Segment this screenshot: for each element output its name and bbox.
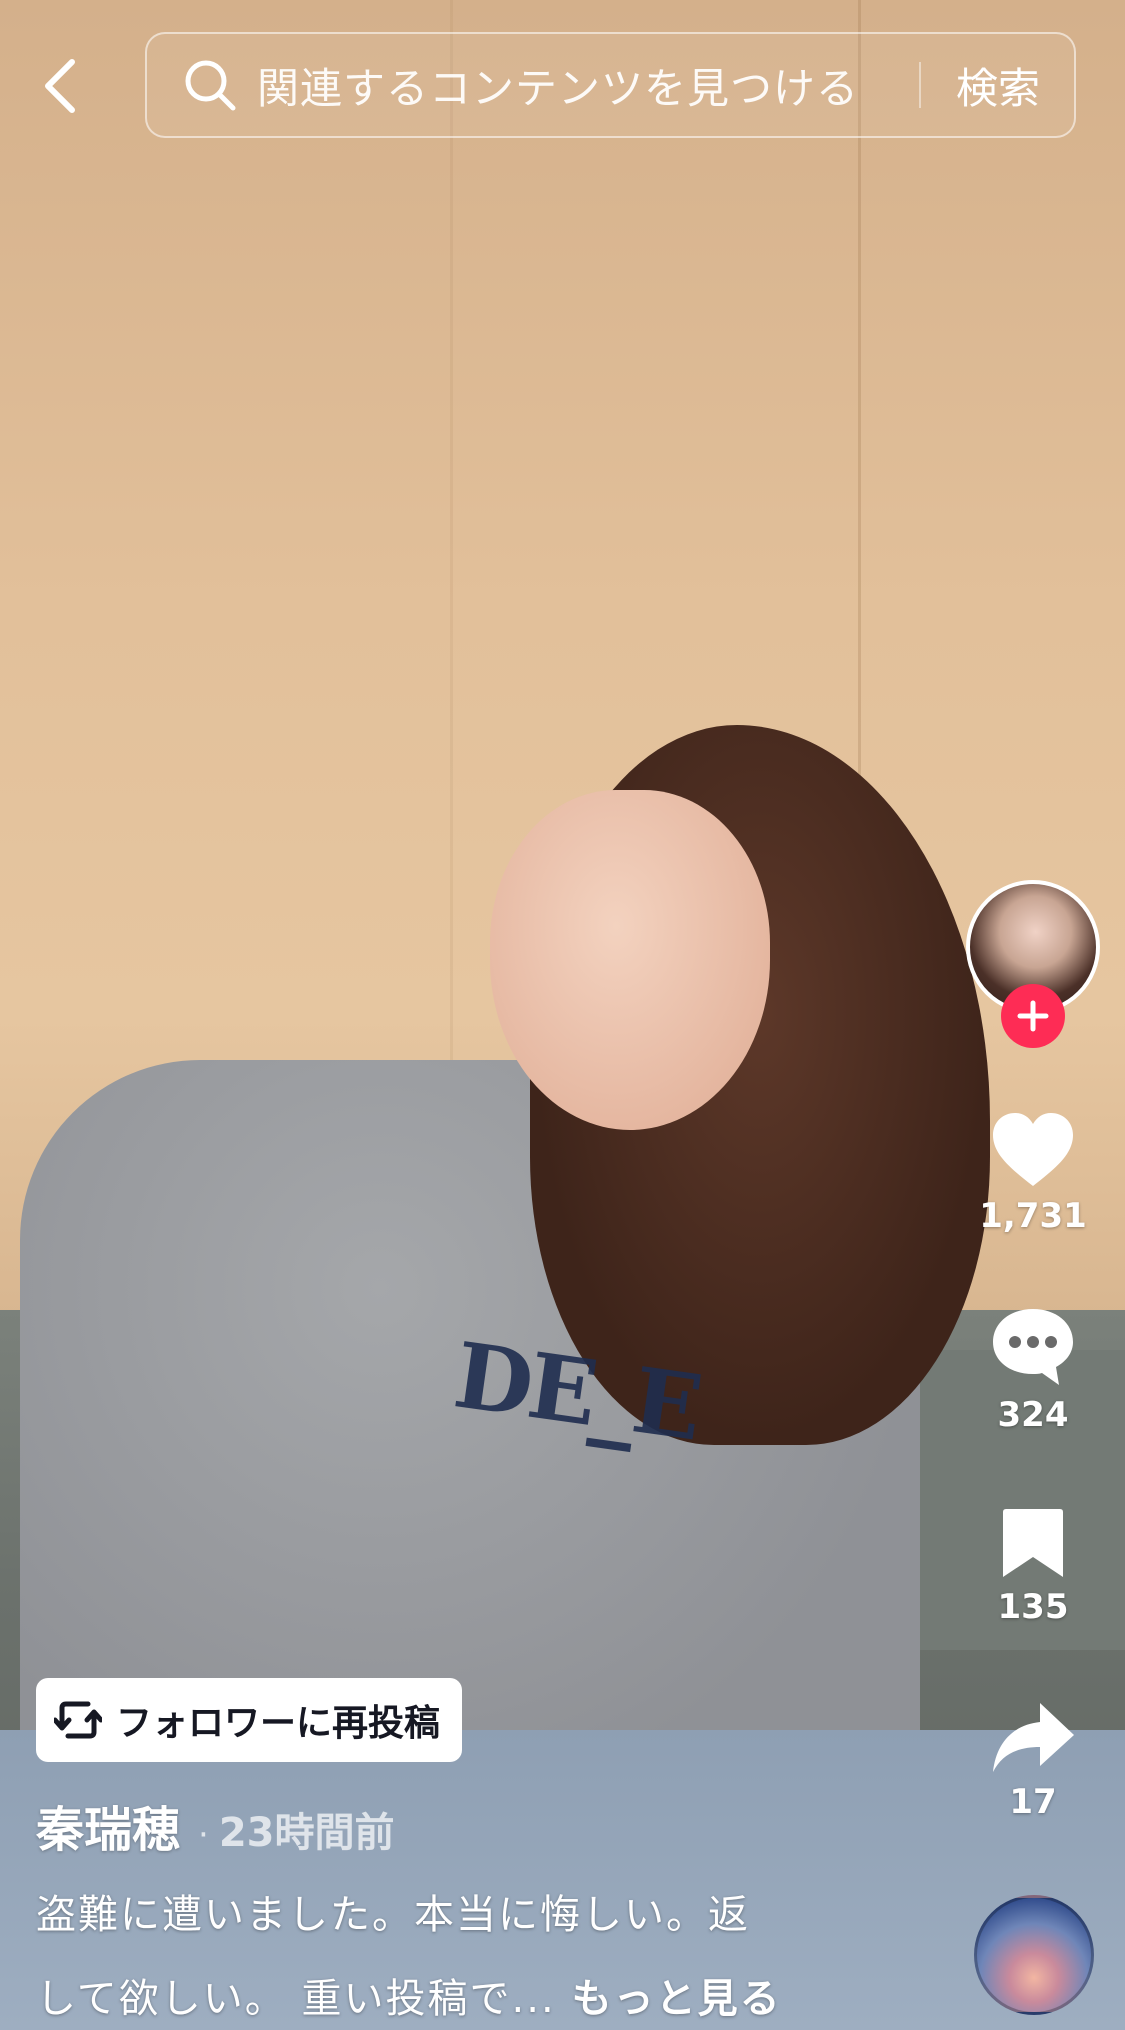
comment-bubble-icon [993, 1309, 1073, 1385]
plus-icon [1017, 1000, 1049, 1032]
bookmark-icon [1003, 1509, 1063, 1577]
caption-line-text: して欲しい。 重い投稿で... [36, 1976, 556, 2022]
search-divider [918, 62, 921, 108]
caption-line: 盗難に遭いました。本当に悔しい。返 [36, 1892, 750, 1938]
search-bar[interactable]: 関連するコンテンツを見つける 検索 [145, 32, 1076, 138]
author-name[interactable]: 秦瑞穂 [36, 1790, 180, 1860]
save-button[interactable]: 135 [966, 1505, 1100, 1627]
heart-icon [993, 1113, 1073, 1186]
share-arrow-icon [993, 1703, 1074, 1772]
share-count: 17 [1009, 1782, 1057, 1822]
follow-button[interactable] [1001, 984, 1065, 1048]
search-input[interactable]: 関連するコンテンツを見つける [257, 55, 919, 116]
save-count: 135 [997, 1587, 1069, 1627]
post-timestamp: 23時間前 [218, 1810, 395, 1856]
chevron-left-icon [45, 59, 75, 113]
repost-to-followers-button[interactable]: フォロワーに再投稿 [36, 1678, 463, 1762]
comment-count: 324 [997, 1395, 1069, 1435]
comment-button[interactable]: 324 [966, 1305, 1100, 1435]
music-disc[interactable] [974, 1895, 1094, 2015]
like-button[interactable]: 1,731 [966, 1110, 1100, 1236]
repost-label: フォロワーに再投稿 [116, 1703, 441, 1744]
like-count: 1,731 [979, 1196, 1087, 1236]
creator-avatar-group [966, 880, 1100, 1050]
search-button[interactable]: 検索 [956, 55, 1040, 116]
author-line: 秦瑞穂 · 23時間前 [36, 1790, 395, 1860]
caption-line-2: して欲しい。 重い投稿で... もっと見る [36, 1957, 826, 2030]
search-icon [185, 60, 236, 111]
post-caption[interactable]: 盗難に遭いました。本当に悔しい。返 して欲しい。 重い投稿で... もっと見る [36, 1873, 826, 2030]
back-button[interactable] [40, 52, 92, 120]
repost-icon [54, 1701, 102, 1739]
share-button[interactable]: 17 [966, 1700, 1100, 1822]
see-more-link[interactable]: もっと見る [572, 1976, 782, 2022]
meta-separator: · [198, 1815, 209, 1855]
